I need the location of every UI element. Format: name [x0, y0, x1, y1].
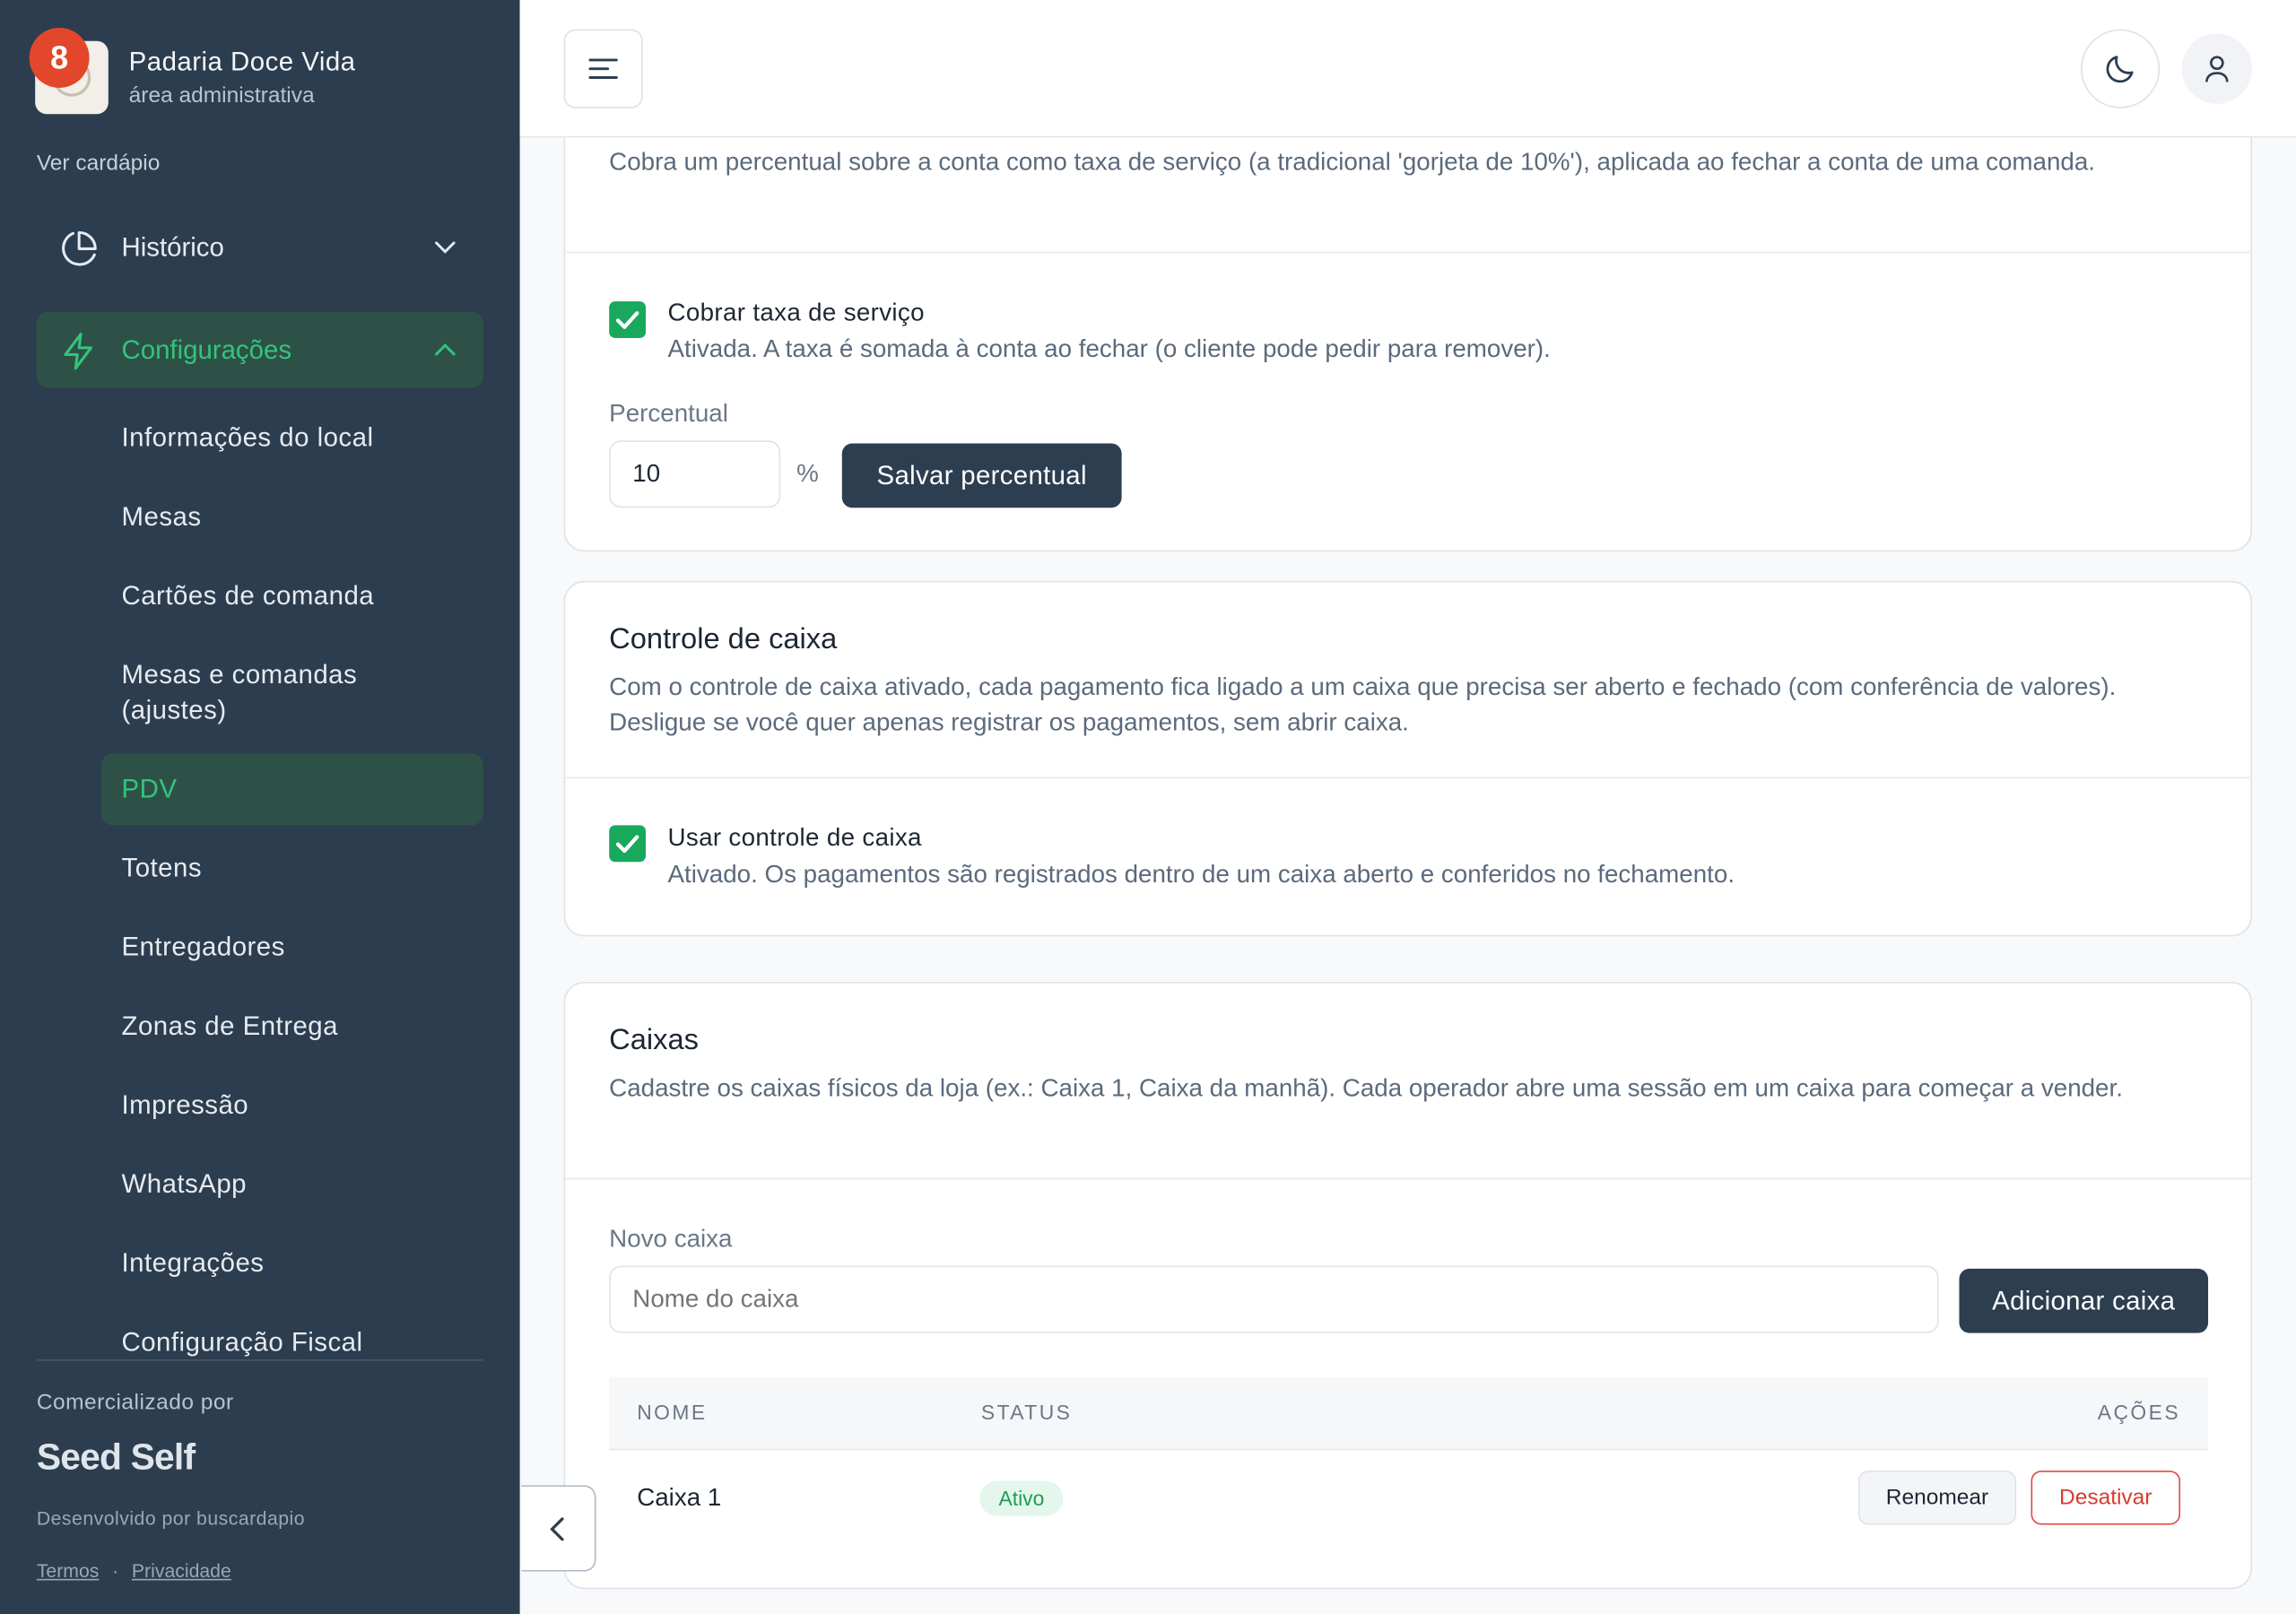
percent-label: Percentual [609, 399, 728, 428]
registers-card: Caixas Cadastre os caixas físicos da loj… [563, 982, 2253, 1590]
sidebar-item-informacoes[interactable]: Informações do local [122, 420, 374, 455]
card-divider [565, 777, 2251, 779]
registers-title: Caixas [609, 1024, 700, 1057]
sidebar-item-zonas[interactable]: Zonas de Entrega [122, 1008, 338, 1043]
sidebar-item-impressao[interactable]: Impressão [122, 1088, 249, 1123]
brand-name: Padaria Doce Vida [128, 47, 356, 76]
view-menu-link[interactable]: Ver cardápio [37, 151, 161, 176]
bolt-icon [64, 333, 93, 370]
service-fee-checkbox-title: Cobrar taxa de serviço [667, 298, 925, 326]
brand-subtitle: área administrativa [128, 83, 315, 108]
cash-control-checkbox-desc: Ativado. Os pagamentos são registrados d… [667, 860, 1735, 889]
cash-control-checkbox-title: Usar controle de caixa [667, 823, 922, 852]
cash-control-title: Controle de caixa [609, 623, 838, 656]
chevron-up-icon [435, 343, 456, 356]
registers-description: Cadastre os caixas físicos da loja (ex.:… [609, 1073, 2123, 1102]
status-badge: Ativo [979, 1480, 1064, 1516]
sidebar-item-cartoes[interactable]: Cartões de comanda [122, 578, 375, 613]
sidebar: 8 Padaria Doce Vida área administrativa … [0, 0, 520, 1614]
add-register-button[interactable]: Adicionar caixa [1959, 1268, 2209, 1333]
sidebar-item-integracoes[interactable]: Integrações [122, 1245, 265, 1280]
theme-toggle-button[interactable] [2081, 29, 2161, 108]
moon-icon [2106, 56, 2134, 83]
service-fee-description: Cobra um percentual sobre a conta como t… [609, 147, 2095, 176]
sidebar-item-mesas-comandas[interactable]: Mesas e comandas (ajustes) [122, 657, 444, 727]
service-fee-checkbox-desc: Ativada. A taxa é somada à conta ao fech… [667, 334, 1551, 363]
table-header: NOME STATUS AÇÕES [609, 1376, 2209, 1451]
menu-lines-icon [588, 58, 618, 79]
sidebar-item-mesas[interactable]: Mesas [122, 499, 202, 534]
sidebar-item-whatsapp[interactable]: WhatsApp [122, 1167, 248, 1202]
deactivate-button[interactable]: Desativar [2031, 1471, 2181, 1525]
percent-input[interactable]: 10 [609, 440, 781, 508]
commercialized-by: Comercializado por [36, 1390, 234, 1416]
sidebar-divider [36, 1359, 483, 1361]
new-register-input[interactable] [609, 1265, 1939, 1333]
column-name: NOME [637, 1400, 708, 1424]
collapse-sidebar-button[interactable] [521, 1485, 596, 1572]
link-separator: · [112, 1559, 119, 1583]
sidebar-group-label: Histórico [121, 231, 224, 262]
cash-control-card: Controle de caixa Com o controle de caix… [563, 580, 2253, 937]
user-icon [2205, 56, 2229, 82]
sidebar-group-label: Configurações [121, 334, 292, 364]
cash-control-checkbox[interactable] [609, 825, 646, 863]
pie-chart-icon [62, 230, 97, 266]
notification-badge[interactable]: 8 [29, 28, 90, 88]
chevron-left-icon [550, 1516, 564, 1540]
check-icon [615, 834, 639, 853]
save-percent-button[interactable]: Salvar percentual [841, 443, 1122, 508]
card-divider [565, 1177, 2251, 1180]
sidebar-item-totens[interactable]: Totens [122, 850, 203, 885]
percent-symbol: % [796, 459, 819, 488]
cash-control-description: Com o controle de caixa ativado, cada pa… [609, 672, 2117, 736]
sidebar-group-historico[interactable]: Histórico [37, 209, 483, 285]
menu-toggle-button[interactable] [563, 29, 643, 108]
new-register-label: Novo caixa [609, 1224, 733, 1253]
check-icon [615, 310, 639, 329]
register-name: Caixa 1 [637, 1483, 722, 1512]
sidebar-item-fiscal[interactable]: Configuração Fiscal [122, 1324, 363, 1359]
column-actions: AÇÕES [2097, 1400, 2181, 1424]
developed-by: Desenvolvido por buscardapio [36, 1506, 306, 1530]
company-name: Seed Self [36, 1436, 196, 1479]
column-status: STATUS [980, 1400, 1073, 1424]
service-fee-checkbox[interactable] [609, 301, 646, 338]
chevron-down-icon [435, 241, 456, 254]
card-divider [565, 251, 2251, 254]
top-header [519, 0, 2296, 138]
sidebar-group-configuracoes[interactable]: Configurações [36, 311, 483, 388]
footer-links: Termos · Privacidade [37, 1560, 231, 1582]
privacy-link[interactable]: Privacidade [132, 1560, 231, 1582]
sidebar-item-pdv[interactable]: PDV [122, 771, 178, 806]
user-menu-button[interactable] [2181, 33, 2253, 104]
rename-button[interactable]: Renomear [1857, 1471, 2017, 1525]
sidebar-item-entregadores[interactable]: Entregadores [122, 929, 285, 964]
terms-link[interactable]: Termos [37, 1560, 100, 1582]
